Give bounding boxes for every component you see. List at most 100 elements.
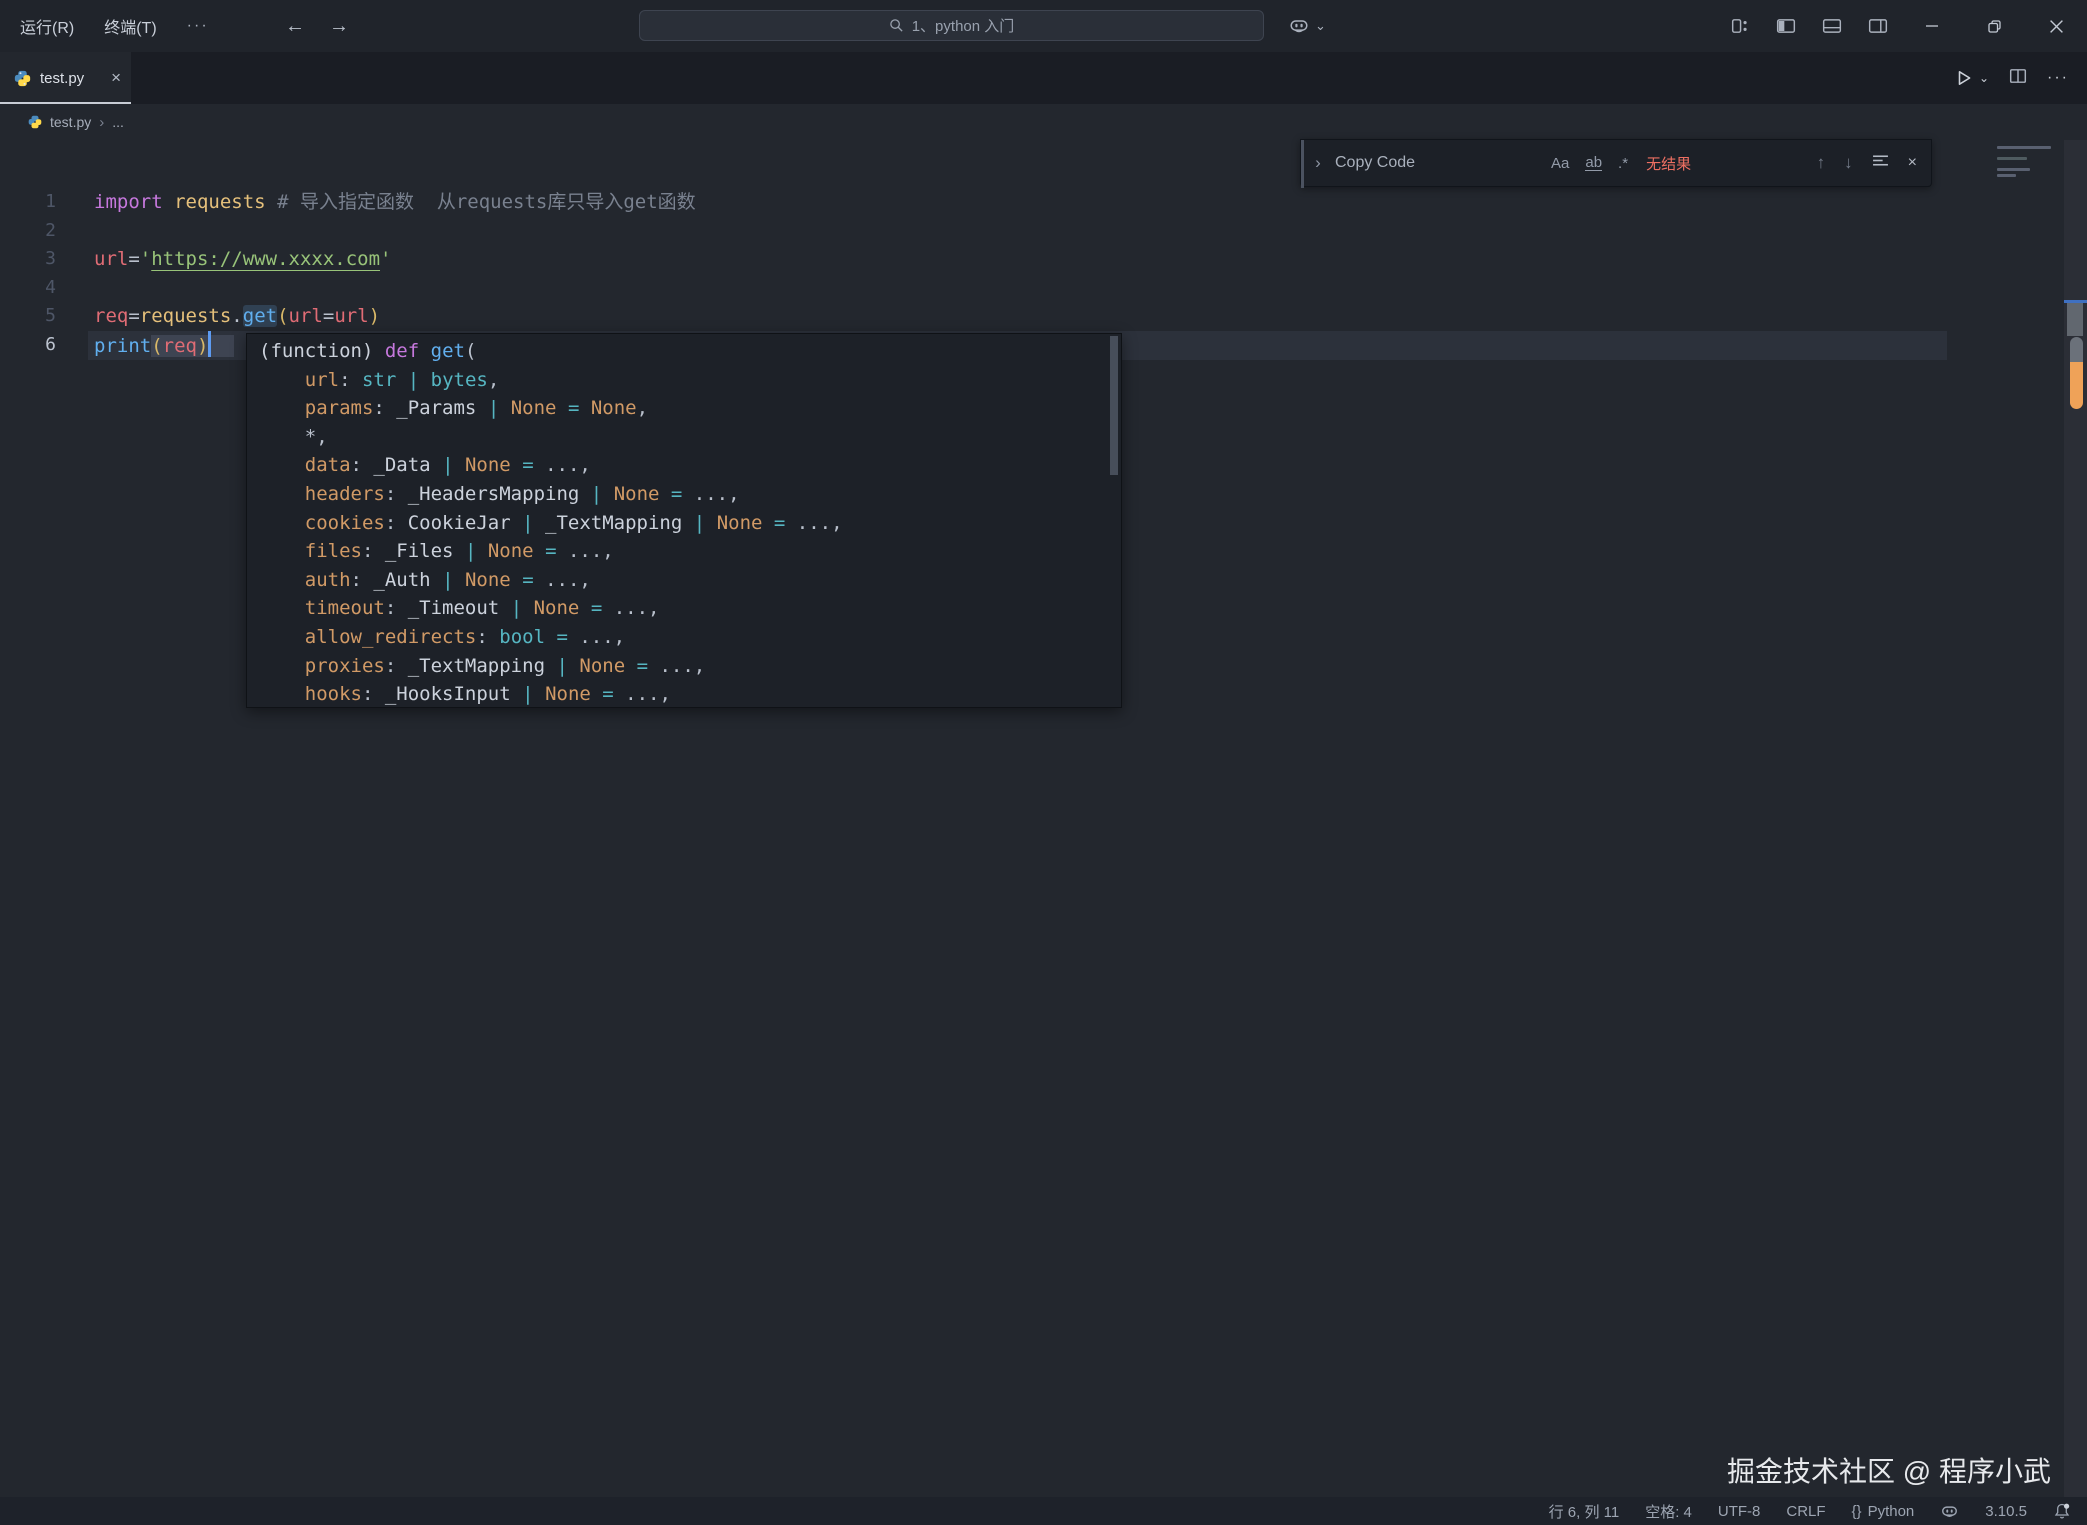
code-token: : (385, 483, 408, 505)
previous-match-button[interactable]: ↑ (1817, 153, 1826, 173)
signature-hover-popup[interactable]: (function) def get( url: str | bytes, pa… (246, 333, 1122, 708)
code-token: | (522, 683, 533, 705)
toggle-panel-button[interactable] (1809, 0, 1855, 52)
code-token (511, 512, 522, 534)
code-token: _Auth (373, 569, 430, 591)
more-actions-button[interactable]: ··· (2047, 69, 2069, 87)
customize-layout-button[interactable] (1717, 0, 1763, 52)
code-token: , (637, 397, 648, 419)
line-number[interactable]: 4 (0, 274, 56, 303)
code-token: str (362, 369, 396, 391)
split-editor-button[interactable] (2009, 67, 2027, 90)
find-input[interactable]: Copy Code (1335, 154, 1495, 172)
find-in-selection-button[interactable] (1872, 153, 1889, 173)
command-center-search[interactable]: 1、python 入门 (639, 10, 1264, 41)
line-number-gutter[interactable]: 123456 (0, 188, 56, 360)
code-token (545, 655, 556, 677)
menu-terminal[interactable]: 终端(T) (104, 14, 156, 38)
back-icon[interactable]: ← (285, 15, 305, 38)
encoding-status[interactable]: UTF-8 (1705, 1497, 1774, 1525)
code-token: ) (197, 335, 208, 357)
code-token: ' (140, 248, 151, 270)
code-token: ..., (602, 597, 659, 619)
toggle-replace-chevron-icon[interactable]: › (1301, 153, 1335, 173)
toggle-primary-sidebar-button[interactable] (1763, 0, 1809, 52)
breadcrumb-file[interactable]: test.py (50, 114, 91, 130)
code-token: None (465, 454, 511, 476)
tab-testpy[interactable]: test.py × (0, 52, 131, 104)
code-token (625, 655, 636, 677)
line-number[interactable]: 6 (0, 331, 56, 360)
restore-button[interactable] (1963, 0, 2025, 52)
code-token: None (579, 655, 625, 677)
code-token: ( (465, 340, 476, 362)
toggle-secondary-sidebar-button[interactable] (1855, 0, 1901, 52)
code-token: url (289, 305, 323, 327)
menu-run[interactable]: 运行(R) (20, 14, 74, 38)
code-token (211, 335, 234, 357)
copilot-status-button[interactable] (1927, 1497, 1972, 1525)
copilot-icon (1940, 1502, 1959, 1521)
find-nav-buttons: ↑ ↓ × (1817, 153, 1931, 173)
cursor-position-status[interactable]: 行 6, 列 11 (1536, 1497, 1633, 1525)
python-version-status[interactable]: 3.10.5 (1972, 1497, 2040, 1525)
next-match-button[interactable]: ↓ (1844, 153, 1853, 173)
run-python-file-button[interactable]: ⌄ (1955, 69, 1989, 87)
code-token: url (305, 369, 339, 391)
run-dropdown-chevron-icon[interactable]: ⌄ (1979, 71, 1989, 85)
code-token: ' (380, 248, 391, 270)
line-number[interactable]: 3 (0, 245, 56, 274)
close-find-widget-button[interactable]: × (1908, 154, 1917, 172)
regex-button[interactable]: .* (1618, 155, 1628, 172)
code-token: None (545, 683, 591, 705)
breadcrumb-symbol[interactable]: ... (112, 114, 124, 130)
minimize-icon (1925, 19, 1939, 33)
code-token (163, 191, 174, 213)
notifications-button[interactable] (2040, 1497, 2087, 1525)
eol-status[interactable]: CRLF (1773, 1497, 1838, 1525)
scrollbar-thumb[interactable] (2067, 303, 2083, 336)
language-mode-status[interactable]: {} Python (1839, 1497, 1928, 1525)
line-number[interactable]: 2 (0, 217, 56, 246)
code-token: ..., (648, 655, 705, 677)
code-token: = (128, 305, 139, 327)
code-token: None (465, 569, 511, 591)
code-token (762, 512, 773, 534)
indentation-status[interactable]: 空格: 4 (1632, 1497, 1705, 1525)
find-widget-sash[interactable] (1301, 140, 1304, 188)
minimap-line (1997, 174, 2016, 177)
minimap[interactable] (1997, 146, 2051, 149)
code-token (454, 569, 465, 591)
minimap-line (1997, 157, 2027, 160)
code-token (259, 655, 305, 677)
forward-icon[interactable]: → (329, 15, 349, 38)
code-token: | (556, 655, 567, 677)
code-token (259, 397, 305, 419)
vscode-window: 运行(R) 终端(T) ··· ← → 1、python 入门 ⌄ (0, 0, 2087, 1525)
code-token (705, 512, 716, 534)
minimize-button[interactable] (1901, 0, 1963, 52)
menu-overflow[interactable]: ··· (187, 17, 209, 35)
whole-word-button[interactable]: ab (1585, 155, 1602, 172)
code-token: = (774, 512, 785, 534)
code-token (534, 512, 545, 534)
close-window-button[interactable] (2025, 0, 2087, 52)
match-case-button[interactable]: Aa (1551, 155, 1569, 172)
code-token: | (522, 512, 533, 534)
copilot-menu[interactable]: ⌄ (1288, 0, 1326, 52)
code-token: ..., (614, 683, 671, 705)
code-line: files: _Files | None = ..., (259, 537, 1121, 566)
line-number[interactable]: 1 (0, 188, 56, 217)
notification-dot (2064, 1504, 2069, 1509)
line-number[interactable]: 5 (0, 302, 56, 331)
overview-ruler-markers (2070, 337, 2083, 409)
code-line: timeout: _Timeout | None = ..., (259, 594, 1121, 623)
code-token: | (488, 397, 499, 419)
tab-close-icon[interactable]: × (111, 68, 121, 88)
popup-scrollbar-thumb[interactable] (1110, 336, 1118, 475)
code-token: get (431, 340, 465, 362)
code-token: def (385, 340, 419, 362)
watermark-text: 掘金技术社区 @ 程序小武 (1727, 1450, 2051, 1490)
code-token: (function) (259, 340, 385, 362)
code-token (396, 369, 407, 391)
